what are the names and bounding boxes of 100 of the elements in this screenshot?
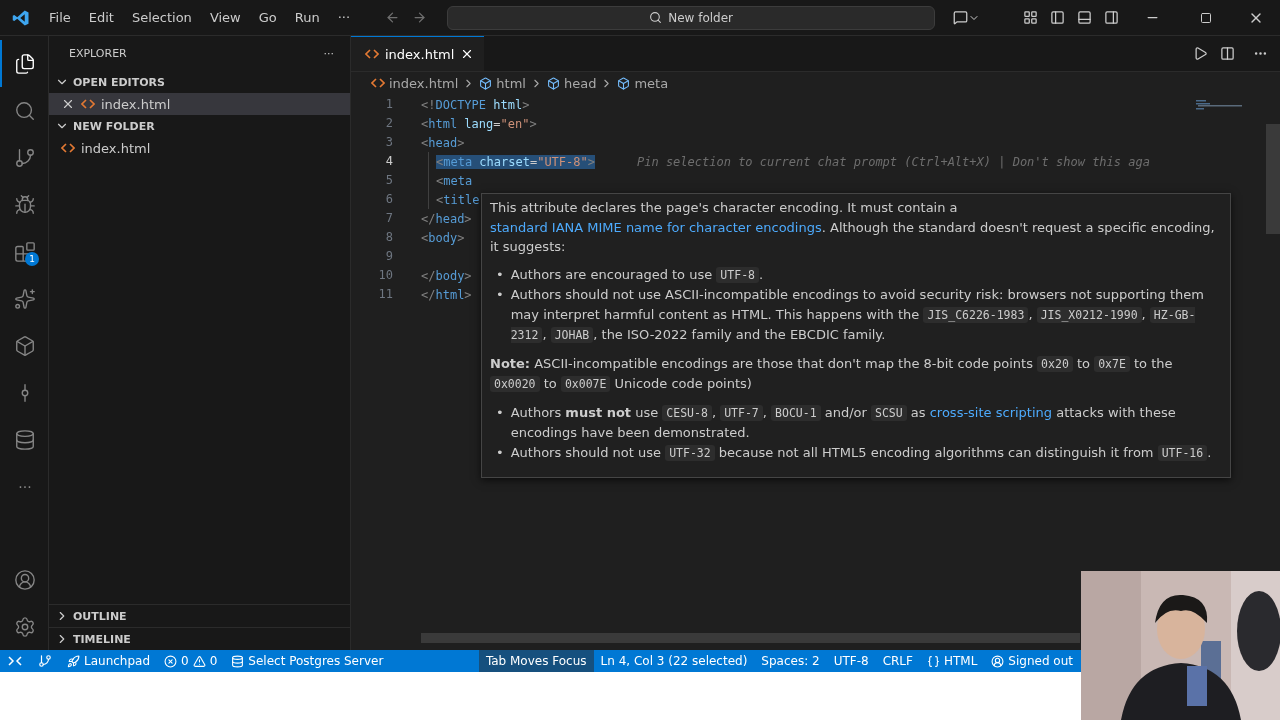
explorer-file[interactable]: index.html: [49, 137, 350, 159]
code-line: </head>: [421, 211, 472, 226]
remote-icon[interactable]: [8, 655, 22, 667]
search-icon: [649, 11, 663, 24]
search-icon: [14, 99, 36, 122]
line-number: 1: [385, 96, 393, 113]
horizontal-scrollbar[interactable]: [421, 633, 1080, 643]
inline-code: JOHAB: [550, 327, 594, 343]
error-icon: [164, 654, 178, 668]
inline-code: UTF-8: [716, 266, 759, 283]
code-line: <html lang="en">: [421, 116, 537, 131]
editor-tab[interactable]: index.html: [351, 36, 485, 71]
database-icon: [231, 654, 245, 668]
menu-item[interactable]: Go: [249, 10, 286, 25]
secondary-sidebar-icon[interactable]: [1104, 10, 1119, 25]
breadcrumb[interactable]: meta: [634, 75, 669, 91]
doc-bullet: Authors must not use CESU-8 , UTF-7 , BOCU-1 and/or SCSU as cross-site scripting attacks with these encodings have been demonstrated.: [510, 403, 1177, 442]
line-number: 4: [385, 153, 393, 170]
breadcrumb[interactable]: html: [496, 75, 526, 91]
panel-toggle-icon[interactable]: [1077, 10, 1092, 25]
back-icon[interactable]: [385, 10, 401, 25]
database-icon: [14, 428, 36, 451]
cube-icon: [14, 334, 36, 357]
bug-icon: [14, 193, 36, 216]
menu-item[interactable]: Selection: [122, 10, 201, 25]
inline-code: 0x20: [1037, 355, 1073, 372]
selected-code: <meta charset="UTF-8">: [436, 154, 595, 169]
bullet-marker: •: [496, 265, 504, 284]
inline-hint: Pin selection to current chat prompt (Ctrl+Alt+X) | Don't show this aga: [637, 154, 1150, 169]
branch-icon[interactable]: [38, 654, 52, 668]
line-number: 3: [385, 134, 393, 151]
status-item[interactable]: Launchpad: [60, 650, 158, 672]
split-editor-icon[interactable]: [1220, 46, 1235, 61]
activity-item[interactable]: 1: [0, 228, 48, 275]
inline-code: UTF-7: [720, 404, 763, 421]
chat-icon[interactable]: [953, 10, 969, 25]
doc-link[interactable]: standard IANA MIME name for character encodings: [490, 219, 822, 235]
inline-code: SCSU: [871, 404, 907, 421]
command-center-search[interactable]: New folder: [447, 5, 936, 30]
status-item[interactable]: UTF-8: [826, 650, 876, 672]
activity-item[interactable]: ···: [0, 463, 48, 510]
run-icon[interactable]: [1193, 46, 1208, 61]
line-number: 5: [385, 172, 393, 189]
doc-paragraph: This attribute declares the page's character encoding. It must contain a standard IANA MIME name for character encodings. Although the standard doesn't request a specific encoding, it suggests:: [490, 199, 1216, 256]
inline-code: JIS_X0212-1990: [1036, 306, 1142, 323]
doc-paragraph: Note: ASCII-incompatible encodings are those that don't map the 8-bit code points 0x20 to 0x7E to the 0x0020 to 0x007E Unicode code points): [490, 354, 1174, 394]
settings-icon[interactable]: [14, 615, 36, 638]
forward-icon[interactable]: [412, 10, 428, 25]
bullet-marker: •: [496, 286, 504, 304]
inline-code: 0x007E: [560, 376, 611, 392]
status-item[interactable]: CRLF: [875, 650, 920, 672]
branch-icon: [14, 146, 36, 169]
scrollbar-thumb[interactable]: [1266, 124, 1280, 234]
doc-link[interactable]: cross-site scripting: [929, 404, 1053, 420]
account-icon: [991, 654, 1005, 668]
inline-code: UTF-32: [665, 444, 715, 461]
files-icon: [14, 52, 36, 75]
section-header[interactable]: OUTLINE: [49, 604, 350, 627]
html-file-icon: [371, 78, 385, 88]
layout-icon[interactable]: [1023, 10, 1038, 25]
html-file-icon: [61, 143, 75, 153]
doc-bullet: Authors should not use ASCII-incompatible encodings to avoid security risk: browsers not supporting them may interpret harmful content as HTML. This happens with the JIS_C6226-1983 , JIS_X0212-1990 , HZ-GB-2312 , JOHAB , the ISO-2022 family and the EBCDIC family.: [510, 286, 1205, 345]
restore-icon[interactable]: [1200, 11, 1212, 24]
code-line: <title: [436, 192, 480, 207]
close-icon[interactable]: [61, 97, 75, 111]
code-line: <!DOCTYPE html>: [421, 97, 530, 112]
inline-code: 0x0020: [490, 376, 540, 392]
breadcrumb[interactable]: head: [563, 75, 597, 91]
explorer-file[interactable]: index.html: [49, 93, 350, 115]
line-number: 10: [378, 267, 393, 284]
status-item[interactable]: HTML: [919, 650, 985, 672]
line-number: 2: [385, 115, 393, 132]
inline-code: CESU-8: [662, 404, 712, 421]
html-file-icon: [81, 99, 95, 109]
status-item[interactable]: Signed out: [984, 650, 1080, 672]
status-item[interactable]: Spaces: 2: [754, 650, 827, 672]
sparkle-icon: [14, 287, 36, 310]
braces-icon: [926, 654, 940, 668]
sidebar-toggle-icon[interactable]: [1050, 10, 1065, 25]
minimap: [1196, 100, 1244, 110]
problems-status[interactable]: 0 0: [157, 650, 225, 672]
menu-item[interactable]: View: [200, 10, 250, 25]
status-item[interactable]: Select Postgres Server: [224, 650, 391, 672]
status-item[interactable]: Tab Moves Focus: [478, 650, 594, 672]
blocks-icon: [14, 240, 36, 263]
inline-code: UTF-16: [1157, 444, 1208, 461]
menu-item[interactable]: Run: [285, 10, 329, 25]
accounts-icon[interactable]: [14, 568, 36, 591]
section-header[interactable]: NEW FOLDER: [49, 115, 350, 137]
count-badge: 1: [25, 252, 39, 266]
line-number: 11: [378, 286, 393, 303]
section-header[interactable]: OPEN EDITORS: [49, 71, 350, 93]
menu-item[interactable]: ···: [328, 10, 360, 25]
status-item[interactable]: Ln 4, Col 3 (22 selected): [593, 650, 755, 672]
bullet-marker: •: [496, 403, 504, 422]
menu-item[interactable]: File: [40, 10, 80, 25]
breadcrumb[interactable]: index.html: [389, 75, 459, 91]
html-file-icon: [365, 49, 379, 59]
more-actions[interactable]: ···: [323, 47, 334, 60]
menu-item[interactable]: Edit: [79, 10, 123, 25]
